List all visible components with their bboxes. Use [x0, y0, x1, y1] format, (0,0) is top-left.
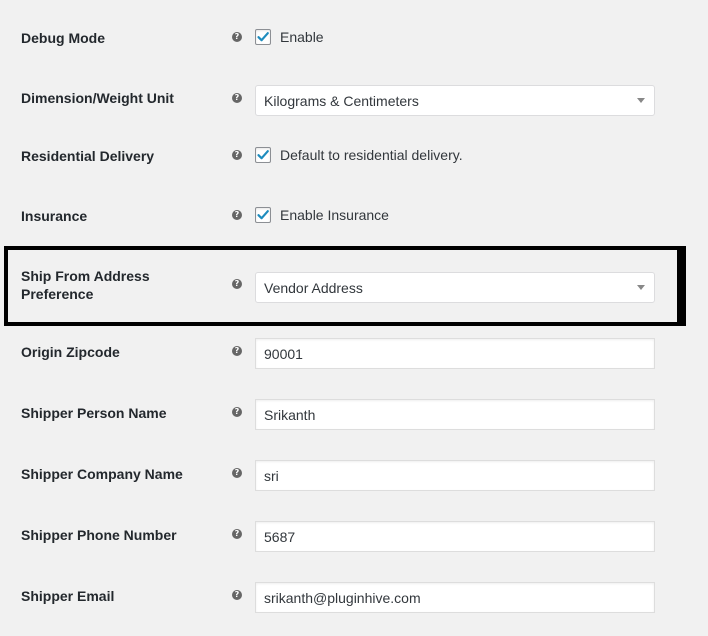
help-icon[interactable]: ? — [232, 32, 242, 42]
shipper-company-name-input[interactable]: sri — [255, 460, 655, 491]
dimension-weight-unit-value: Kilograms & Centimeters — [264, 93, 419, 109]
help-icon[interactable]: ? — [232, 210, 242, 220]
shipper-company-name-value: sri — [264, 468, 279, 484]
ship-from-address-label-line1: Ship From Address — [21, 268, 150, 284]
ship-from-address-label: Ship From Address Preference — [21, 267, 211, 303]
debug-mode-checkbox-label[interactable]: Enable — [280, 29, 324, 45]
ship-from-address-value: Vendor Address — [264, 280, 363, 296]
help-icon[interactable]: ? — [232, 93, 242, 103]
checkmark-icon — [257, 210, 269, 220]
insurance-label: Insurance — [21, 208, 88, 224]
help-icon[interactable]: ? — [232, 279, 242, 289]
shipper-email-input[interactable]: srikanth@pluginhive.com — [255, 582, 655, 613]
insurance-checkbox-wrap[interactable]: Enable Insurance — [255, 207, 389, 223]
ship-from-address-select[interactable]: Vendor Address — [255, 272, 655, 303]
origin-zipcode-input[interactable]: 90001 — [255, 338, 655, 369]
shipper-phone-number-label: Shipper Phone Number — [21, 527, 177, 543]
chevron-down-icon — [637, 285, 645, 290]
help-icon[interactable]: ? — [232, 529, 242, 539]
debug-mode-checkbox[interactable] — [255, 29, 271, 45]
insurance-checkbox[interactable] — [255, 207, 271, 223]
residential-delivery-checkbox[interactable] — [255, 147, 271, 163]
help-icon[interactable]: ? — [232, 468, 242, 478]
ship-from-address-label-line2: Preference — [21, 286, 94, 302]
checkmark-icon — [257, 32, 269, 42]
chevron-down-icon — [637, 98, 645, 103]
shipper-company-name-label: Shipper Company Name — [21, 466, 183, 482]
residential-delivery-checkbox-wrap[interactable]: Default to residential delivery. — [255, 147, 463, 163]
shipper-person-name-label: Shipper Person Name — [21, 405, 167, 421]
help-icon[interactable]: ? — [232, 590, 242, 600]
dimension-weight-unit-label: Dimension/Weight Unit — [21, 90, 174, 106]
help-icon[interactable]: ? — [232, 407, 242, 417]
shipper-email-label: Shipper Email — [21, 588, 115, 604]
shipper-phone-number-value: 5687 — [264, 529, 296, 545]
origin-zipcode-value: 90001 — [264, 346, 303, 362]
shipper-phone-number-input[interactable]: 5687 — [255, 521, 655, 552]
residential-delivery-checkbox-label[interactable]: Default to residential delivery. — [280, 147, 463, 163]
origin-zipcode-label: Origin Zipcode — [21, 344, 120, 360]
shipper-person-name-input[interactable]: Srikanth — [255, 399, 655, 430]
help-icon[interactable]: ? — [232, 150, 242, 160]
residential-delivery-label: Residential Delivery — [21, 148, 155, 164]
shipper-person-name-value: Srikanth — [264, 407, 316, 423]
insurance-checkbox-label[interactable]: Enable Insurance — [280, 207, 389, 223]
dimension-weight-unit-select[interactable]: Kilograms & Centimeters — [255, 85, 655, 116]
debug-mode-label: Debug Mode — [21, 30, 105, 46]
debug-mode-checkbox-wrap[interactable]: Enable — [255, 29, 324, 45]
checkmark-icon — [257, 150, 269, 160]
shipper-email-value: srikanth@pluginhive.com — [264, 590, 421, 606]
help-icon[interactable]: ? — [232, 346, 242, 356]
